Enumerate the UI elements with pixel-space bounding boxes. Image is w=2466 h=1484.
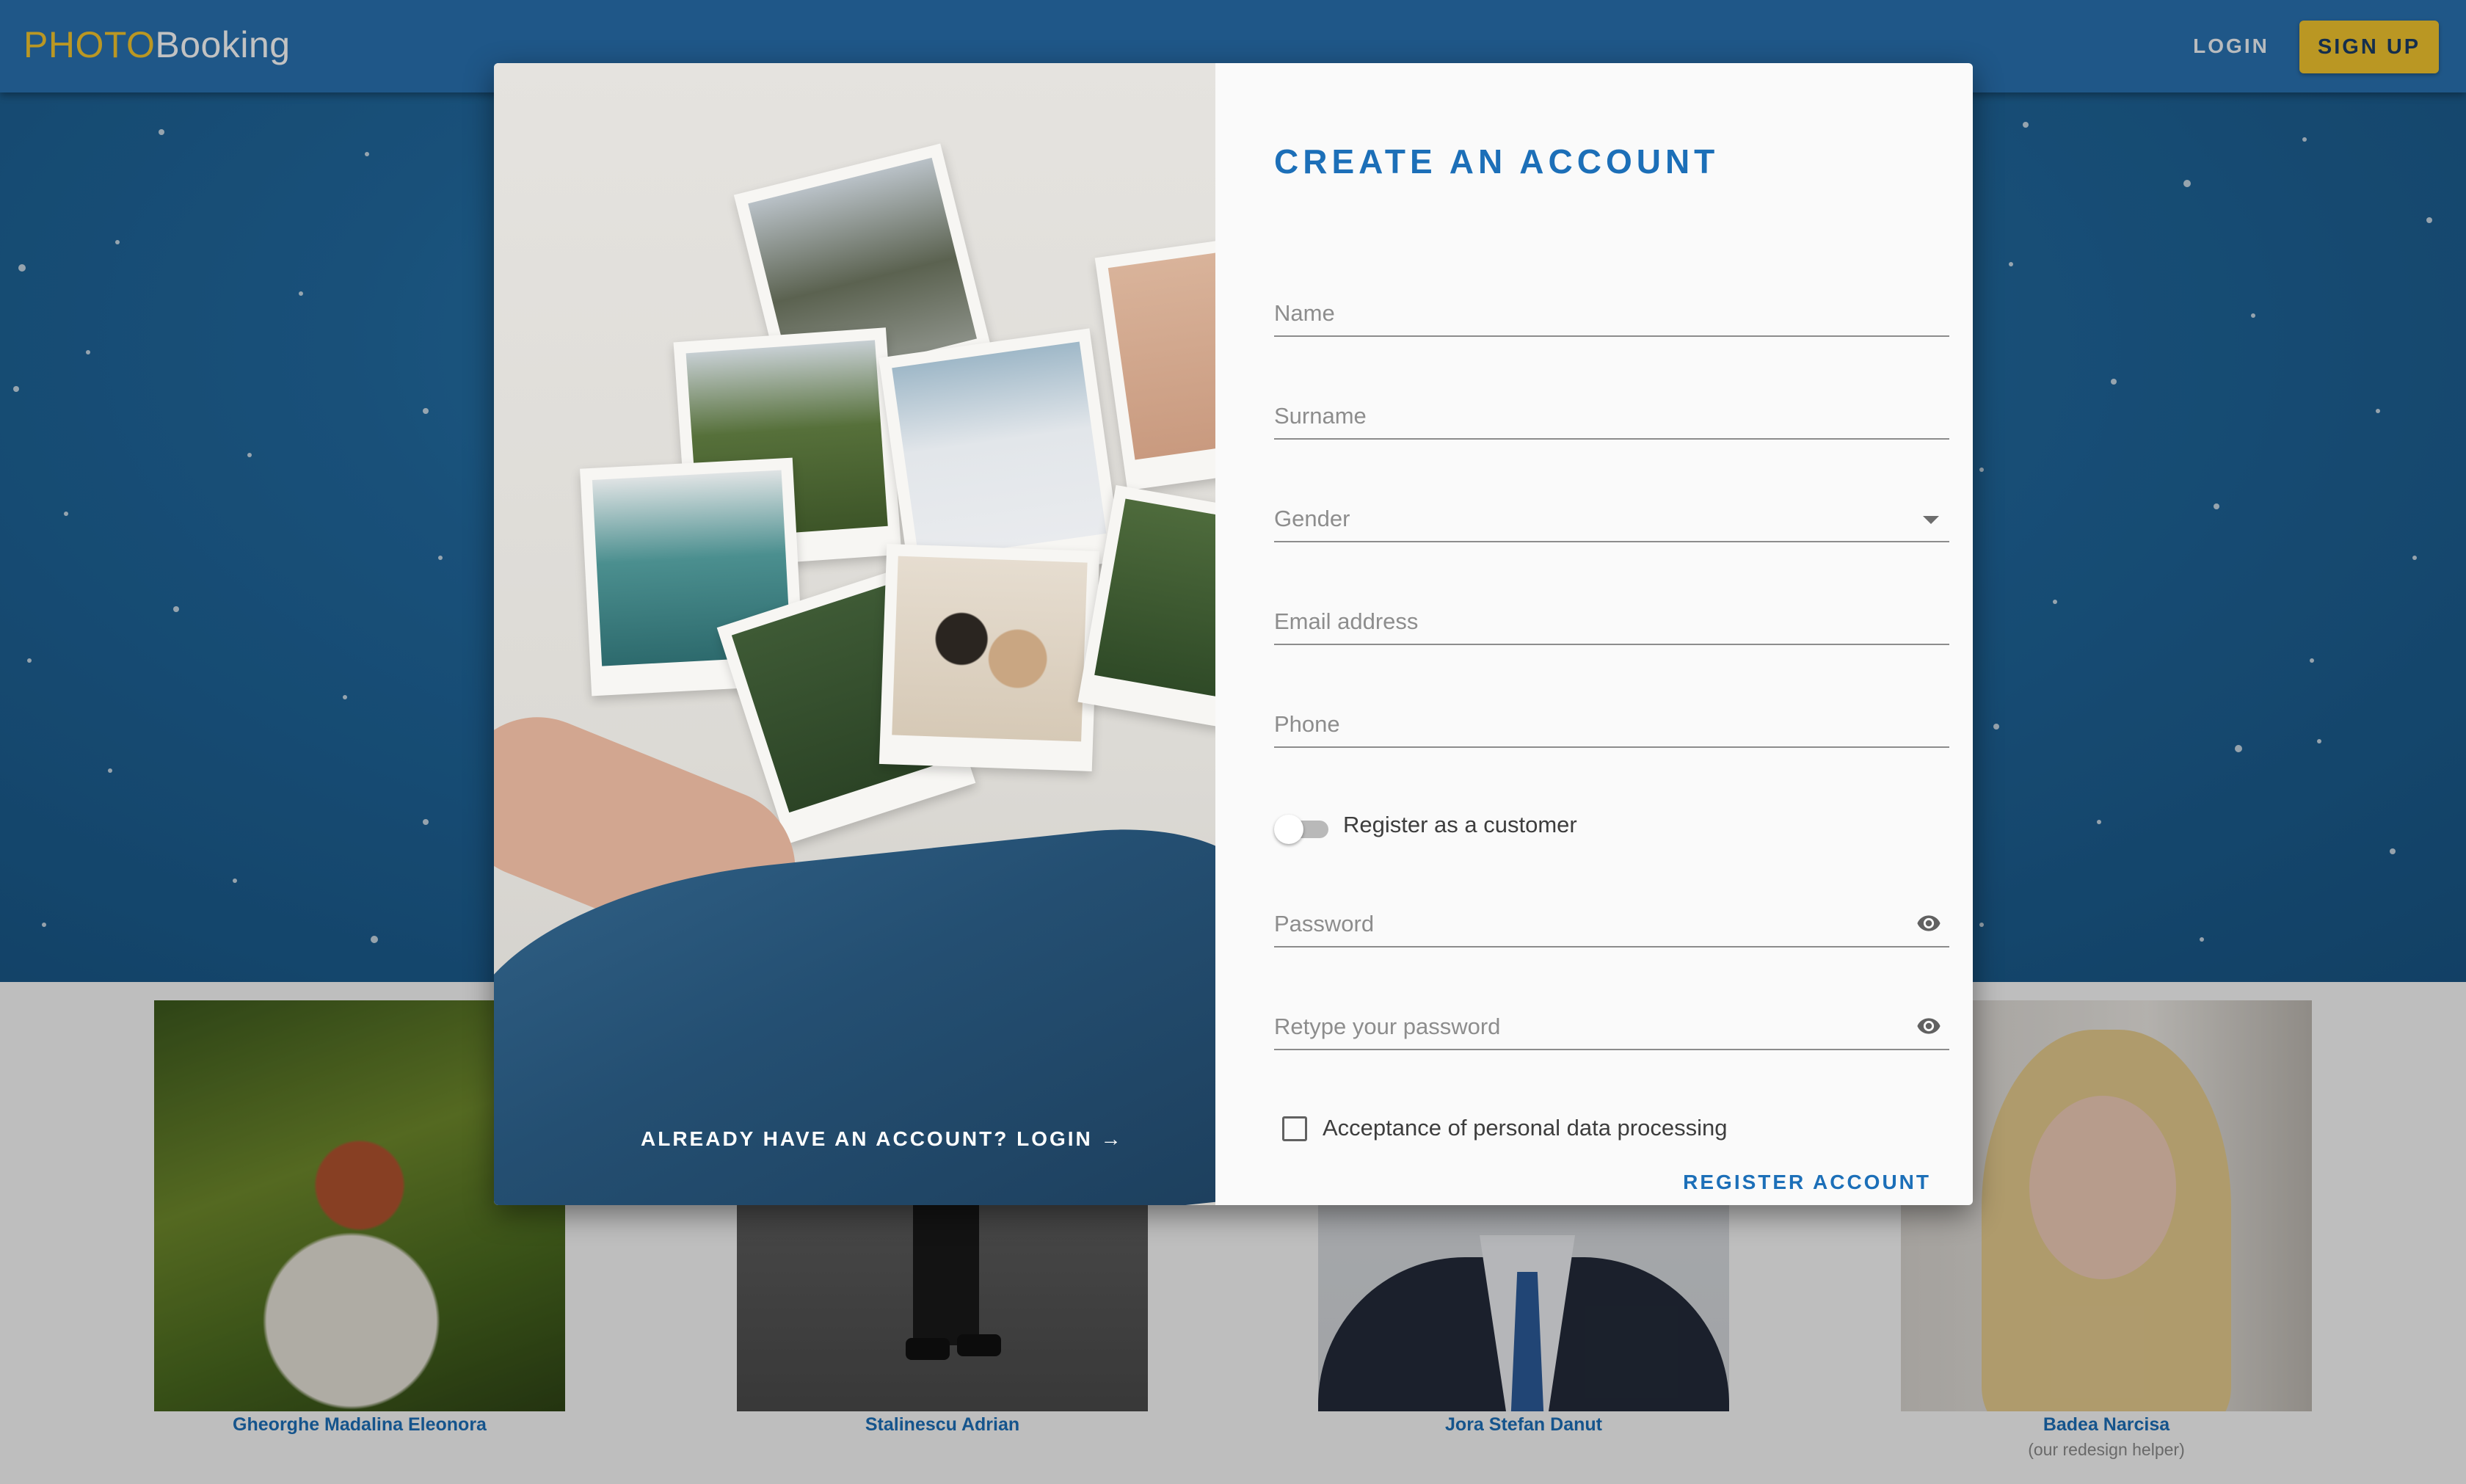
toggle-thumb	[1274, 815, 1303, 844]
email-field[interactable]	[1274, 601, 1949, 645]
phone-field[interactable]	[1274, 704, 1949, 748]
register-form: CREATE AN ACCOUNT Register as a customer	[1215, 63, 1973, 1205]
register-account-button[interactable]: REGISTER ACCOUNT	[1226, 1160, 1960, 1204]
visibility-icon[interactable]	[1913, 1014, 1945, 1039]
name-input[interactable]	[1274, 293, 1949, 334]
create-account-dialog: ALREADY HAVE AN ACCOUNT? LOGIN → CREATE …	[494, 63, 1973, 1205]
dialog-title: CREATE AN ACCOUNT	[1274, 142, 1720, 181]
register-as-customer-toggle[interactable]	[1274, 813, 1333, 844]
email-input[interactable]	[1274, 601, 1949, 642]
dialog-side-image: ALREADY HAVE AN ACCOUNT? LOGIN →	[494, 63, 1215, 1205]
visibility-icon[interactable]	[1913, 911, 1945, 936]
dropdown-arrow-icon[interactable]	[1923, 516, 1939, 524]
data-processing-label[interactable]: Acceptance of personal data processing	[1323, 1115, 1727, 1141]
retype-password-input[interactable]	[1274, 1006, 1949, 1047]
surname-input[interactable]	[1274, 396, 1949, 437]
password-input[interactable]	[1274, 903, 1949, 945]
gender-select[interactable]	[1274, 498, 1949, 542]
data-processing-checkbox[interactable]	[1282, 1116, 1307, 1141]
gender-input[interactable]	[1274, 498, 1949, 539]
already-have-account-login-link[interactable]: ALREADY HAVE AN ACCOUNT? LOGIN →	[641, 1127, 1124, 1151]
surname-field[interactable]	[1274, 396, 1949, 440]
name-field[interactable]	[1274, 293, 1949, 337]
password-field[interactable]	[1274, 903, 1949, 947]
phone-input[interactable]	[1274, 704, 1949, 745]
retype-password-field[interactable]	[1274, 1006, 1949, 1050]
register-as-customer-label[interactable]: Register as a customer	[1343, 812, 1577, 838]
